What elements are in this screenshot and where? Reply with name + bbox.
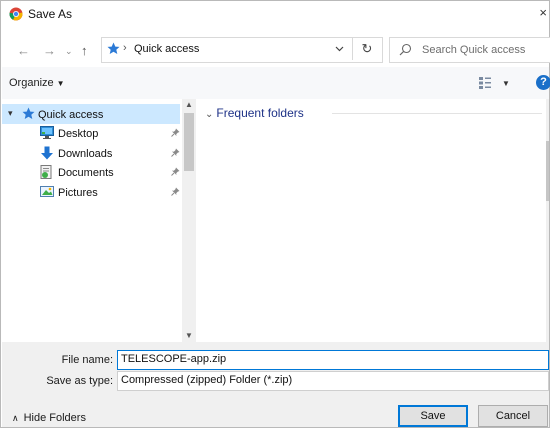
organize-menu[interactable]: Organize ▼ — [9, 77, 65, 89]
save-type-label: Save as type: — [46, 375, 113, 387]
cancel-button[interactable]: Cancel — [478, 405, 548, 427]
navigation-scrollbar[interactable]: ▲ ▼ — [182, 99, 196, 342]
chevron-down-icon[interactable] — [335, 44, 344, 53]
forward-icon[interactable]: → — [43, 43, 56, 58]
pictures-icon — [40, 186, 54, 197]
navigation-pane: ▾ Quick access Desktop Downloads Documen… — [2, 99, 197, 342]
command-bar: Organize ▼ ▼ ? — [2, 67, 550, 100]
breadcrumb-separator: › — [123, 42, 127, 54]
close-button[interactable]: × — [539, 5, 547, 20]
file-list-pane: ⌄ Frequent folders — [197, 99, 549, 342]
scroll-up-icon[interactable]: ▲ — [185, 100, 193, 109]
sidebar-item-label: Downloads — [58, 148, 113, 160]
pin-icon — [171, 148, 180, 157]
content-scrollbar[interactable] — [546, 99, 549, 342]
caret-down-icon: ▼ — [56, 79, 65, 88]
breadcrumb[interactable]: Quick access — [134, 43, 199, 55]
sidebar-item-label: Pictures — [58, 187, 98, 199]
search-icon — [399, 43, 412, 56]
save-type-value: Compressed (zipped) Folder (*.zip) — [121, 374, 293, 386]
scrollbar-thumb[interactable] — [546, 141, 549, 201]
view-caret-icon[interactable]: ▼ — [502, 79, 510, 88]
hide-folders-label: Hide Folders — [23, 412, 86, 424]
search-box[interactable]: Search Quick access — [389, 37, 550, 63]
back-icon[interactable]: ← — [17, 43, 30, 58]
download-arrow-icon — [41, 146, 53, 160]
scrollbar-thumb[interactable] — [184, 113, 194, 171]
organize-label: Organize — [9, 77, 54, 89]
sidebar-item-label: Documents — [58, 167, 114, 179]
sidebar-item-documents[interactable]: Documents — [2, 162, 180, 182]
sidebar-item-quick-access[interactable]: ▾ Quick access — [2, 104, 180, 124]
save-as-dialog: Save As × ← → ⌄ ↑ › Quick access ↻ Searc… — [0, 0, 550, 428]
recent-locations-icon[interactable]: ⌄ — [65, 46, 73, 57]
help-button[interactable]: ? — [536, 75, 550, 90]
sidebar-item-pictures[interactable]: Pictures — [2, 182, 180, 202]
chevron-up-icon: ∧ — [12, 413, 19, 423]
expand-chevron-icon[interactable]: ▾ — [8, 108, 13, 119]
scroll-down-icon[interactable]: ▼ — [185, 331, 193, 340]
collapse-chevron-icon: ⌄ — [205, 109, 214, 120]
sidebar-item-desktop[interactable]: Desktop — [2, 123, 180, 143]
hide-folders-button[interactable]: ∧ Hide Folders — [12, 412, 86, 424]
sidebar-item-label: Desktop — [58, 128, 99, 140]
group-divider — [332, 113, 542, 114]
pin-icon — [171, 167, 180, 176]
star-icon — [107, 42, 120, 54]
title-bar: Save As × — [1, 1, 549, 27]
up-arrow-icon[interactable]: ↑ — [81, 43, 88, 58]
sidebar-item-downloads[interactable]: Downloads — [2, 143, 180, 163]
save-type-select[interactable]: Compressed (zipped) Folder (*.zip) — [117, 371, 549, 391]
pin-icon — [171, 128, 180, 137]
file-name-value: TELESCOPE-app.zip — [121, 353, 227, 365]
view-options-icon[interactable] — [478, 76, 492, 90]
search-input[interactable]: Search Quick access — [422, 44, 525, 56]
desktop-icon — [40, 126, 54, 139]
file-name-field[interactable]: TELESCOPE-app.zip — [117, 350, 549, 370]
documents-icon — [40, 165, 52, 179]
pin-icon — [171, 187, 180, 196]
sidebar-item-label: Quick access — [38, 109, 104, 121]
address-bar[interactable]: › Quick access — [101, 37, 383, 63]
star-icon — [22, 107, 35, 119]
group-header-frequent-folders[interactable]: ⌄ Frequent folders — [205, 106, 304, 120]
chrome-icon — [9, 7, 23, 21]
window-title: Save As — [28, 7, 73, 21]
save-form: File name: TELESCOPE-app.zip Save as typ… — [2, 342, 549, 427]
group-header-label: Frequent folders — [216, 106, 304, 120]
save-button[interactable]: Save — [398, 405, 468, 427]
file-name-label: File name: — [61, 354, 113, 366]
refresh-icon[interactable]: ↻ — [352, 38, 381, 60]
